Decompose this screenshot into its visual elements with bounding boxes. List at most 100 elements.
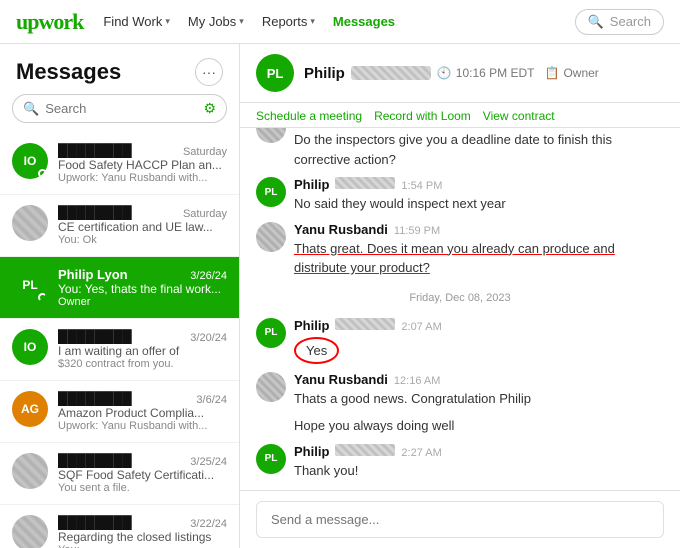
msg-sender: Philip <box>294 444 329 459</box>
arrow-icon: ▾ <box>310 16 315 27</box>
avatar: PL <box>12 267 48 303</box>
conv-sub: You: Ok <box>58 234 227 246</box>
msg-sender: Philip <box>294 177 329 192</box>
nav-my-jobs[interactable]: My Jobs ▾ <box>188 14 244 29</box>
conv-name: ████████ <box>58 329 132 344</box>
nav-reports[interactable]: Reports ▾ <box>262 14 315 29</box>
conv-preview: I am waiting an offer of <box>58 344 227 358</box>
chat-action-bar: Schedule a meeting Record with Loom View… <box>240 103 680 128</box>
conv-date: 3/25/24 <box>190 456 227 468</box>
conv-date: 3/6/24 <box>196 394 227 406</box>
nav-find-work[interactable]: Find Work ▾ <box>103 14 170 29</box>
msg-content: Philip 1:54 PM No said they would inspec… <box>294 177 664 214</box>
conv-name: ████████ <box>58 515 132 530</box>
conv-sub: You: ... <box>58 544 227 548</box>
message-row: Yanu Rusbandi 11:59 PM Thats great. Does… <box>256 222 664 278</box>
msg-sender-blur <box>335 177 395 189</box>
message-row: Yanu Rusbandi 11:03 AM Do the inspectors… <box>256 128 664 169</box>
conv-name: Philip Lyon <box>58 267 128 282</box>
avatar <box>12 453 48 489</box>
msg-content: Yanu Rusbandi 12:16 AM Thats a good news… <box>294 372 664 409</box>
msg-time: 12:16 AM <box>394 375 440 387</box>
chat-contact-name: Philip <box>304 65 345 82</box>
conv-sub: You sent a file. <box>58 482 227 494</box>
sidebar-title: Messages <box>16 59 121 85</box>
conversation-item[interactable]: ████████ Saturday CE certification and U… <box>0 195 239 257</box>
logo[interactable]: upwork <box>16 9 83 35</box>
msg-time: 2:27 AM <box>401 447 441 459</box>
conv-name: ████████ <box>58 391 132 406</box>
avatar: IO <box>12 143 48 179</box>
message-row: PL Philip 2:27 AM Thank you! <box>256 444 664 481</box>
conv-sub: Upwork: Yanu Rusbandi with... <box>58 420 227 432</box>
more-options-button[interactable]: ··· <box>195 58 223 86</box>
conv-date: Saturday <box>183 146 227 158</box>
date-divider: Friday, Dec 08, 2023 <box>256 286 664 310</box>
message-row: Hope you always doing well <box>256 416 664 436</box>
sidebar: Messages ··· 🔍 ⚙ IO ████████ Saturday Fo… <box>0 44 240 548</box>
conversation-item[interactable]: ████████ 3/25/24 SQF Food Safety Certifi… <box>0 443 239 505</box>
conv-name: ████████ <box>58 143 132 158</box>
view-contract-link[interactable]: View contract <box>483 109 555 123</box>
chat-contact-avatar: PL <box>256 54 294 92</box>
record-loom-link[interactable]: Record with Loom <box>374 109 471 123</box>
conv-sub: $320 contract from you. <box>58 358 227 370</box>
msg-content: Philip 2:07 AM Yes <box>294 318 664 364</box>
conversation-item[interactable]: ████████ 3/22/24 Regarding the closed li… <box>0 505 239 548</box>
conv-preview: Food Safety HACCP Plan an... <box>58 158 227 172</box>
avatar <box>12 205 48 241</box>
search-icon: 🔍 <box>588 14 604 30</box>
message-row: PL Philip 1:54 PM No said they would ins… <box>256 177 664 214</box>
conv-body: ████████ Saturday CE certification and U… <box>58 205 227 246</box>
message-avatar: PL <box>256 177 286 207</box>
conv-preview: SQF Food Safety Certificati... <box>58 468 227 482</box>
main-layout: Messages ··· 🔍 ⚙ IO ████████ Saturday Fo… <box>0 44 680 548</box>
conv-preview: Amazon Product Complia... <box>58 406 227 420</box>
msg-text: Hope you always doing well <box>294 416 664 436</box>
msg-sender-row: Philip 2:07 AM <box>294 318 664 333</box>
msg-sender: Philip <box>294 318 329 333</box>
chat-time-status: 🕙 10:16 PM EDT 📋 Owner <box>437 66 599 80</box>
chat-header-info: Philip 🕙 10:16 PM EDT 📋 Owner <box>304 65 664 82</box>
conversation-item[interactable]: AG ████████ 3/6/24 Amazon Product Compli… <box>0 381 239 443</box>
conv-body: ████████ 3/22/24 Regarding the closed li… <box>58 515 227 548</box>
msg-text: Do the inspectors give you a deadline da… <box>294 130 664 169</box>
conversation-list: IO ████████ Saturday Food Safety HACCP P… <box>0 133 239 548</box>
chat-contact-name-blur <box>351 66 431 80</box>
conversation-item[interactable]: PL Philip Lyon 3/26/24 You: Yes, thats t… <box>0 257 239 319</box>
msg-text: Thats a good news. Congratulation Philip <box>294 389 664 409</box>
messages-area: Yanu Rusbandi 11:03 AM Do the inspectors… <box>240 128 680 490</box>
top-navigation: upwork Find Work ▾ My Jobs ▾ Reports ▾ M… <box>0 0 680 44</box>
avatar <box>12 515 48 548</box>
msg-text: No said they would inspect next year <box>294 194 664 214</box>
conv-preview: You: Yes, thats the final work... <box>58 282 227 296</box>
avatar: IO <box>12 329 48 365</box>
conv-sub: Upwork: Yanu Rusbandi with... <box>58 172 227 184</box>
conv-body: ████████ 3/20/24 I am waiting an offer o… <box>58 329 227 370</box>
msg-sender: Yanu Rusbandi <box>294 372 388 387</box>
schedule-meeting-link[interactable]: Schedule a meeting <box>256 109 362 123</box>
conv-name: ████████ <box>58 453 132 468</box>
conv-date: 3/20/24 <box>190 332 227 344</box>
filter-icon[interactable]: ⚙ <box>203 100 216 117</box>
conversation-item[interactable]: IO ████████ Saturday Food Safety HACCP P… <box>0 133 239 195</box>
msg-text: Thats great. Does it mean you already ca… <box>294 239 664 278</box>
conv-date: Saturday <box>183 208 227 220</box>
conv-sub: Owner <box>58 296 227 308</box>
sidebar-search-box[interactable]: 🔍 ⚙ <box>12 94 227 123</box>
conversation-item[interactable]: IO ████████ 3/20/24 I am waiting an offe… <box>0 319 239 381</box>
search-label: Search <box>610 14 651 29</box>
global-search[interactable]: 🔍 Search <box>575 9 664 35</box>
sidebar-search-input[interactable] <box>45 101 197 116</box>
conv-body: ████████ 3/25/24 SQF Food Safety Certifi… <box>58 453 227 494</box>
msg-sender-row: Yanu Rusbandi 11:59 PM <box>294 222 664 237</box>
send-message-input[interactable] <box>256 501 664 538</box>
yes-bubble: Yes <box>294 337 339 364</box>
message-avatar <box>256 372 286 402</box>
nav-messages[interactable]: Messages <box>333 14 395 29</box>
clock-icon: 🕙 <box>437 66 452 80</box>
sidebar-header: Messages ··· <box>0 44 239 94</box>
msg-sender-row: Philip 2:27 AM <box>294 444 664 459</box>
nav-links: Find Work ▾ My Jobs ▾ Reports ▾ Messages <box>103 14 395 29</box>
msg-text: Thank you! <box>294 461 664 481</box>
